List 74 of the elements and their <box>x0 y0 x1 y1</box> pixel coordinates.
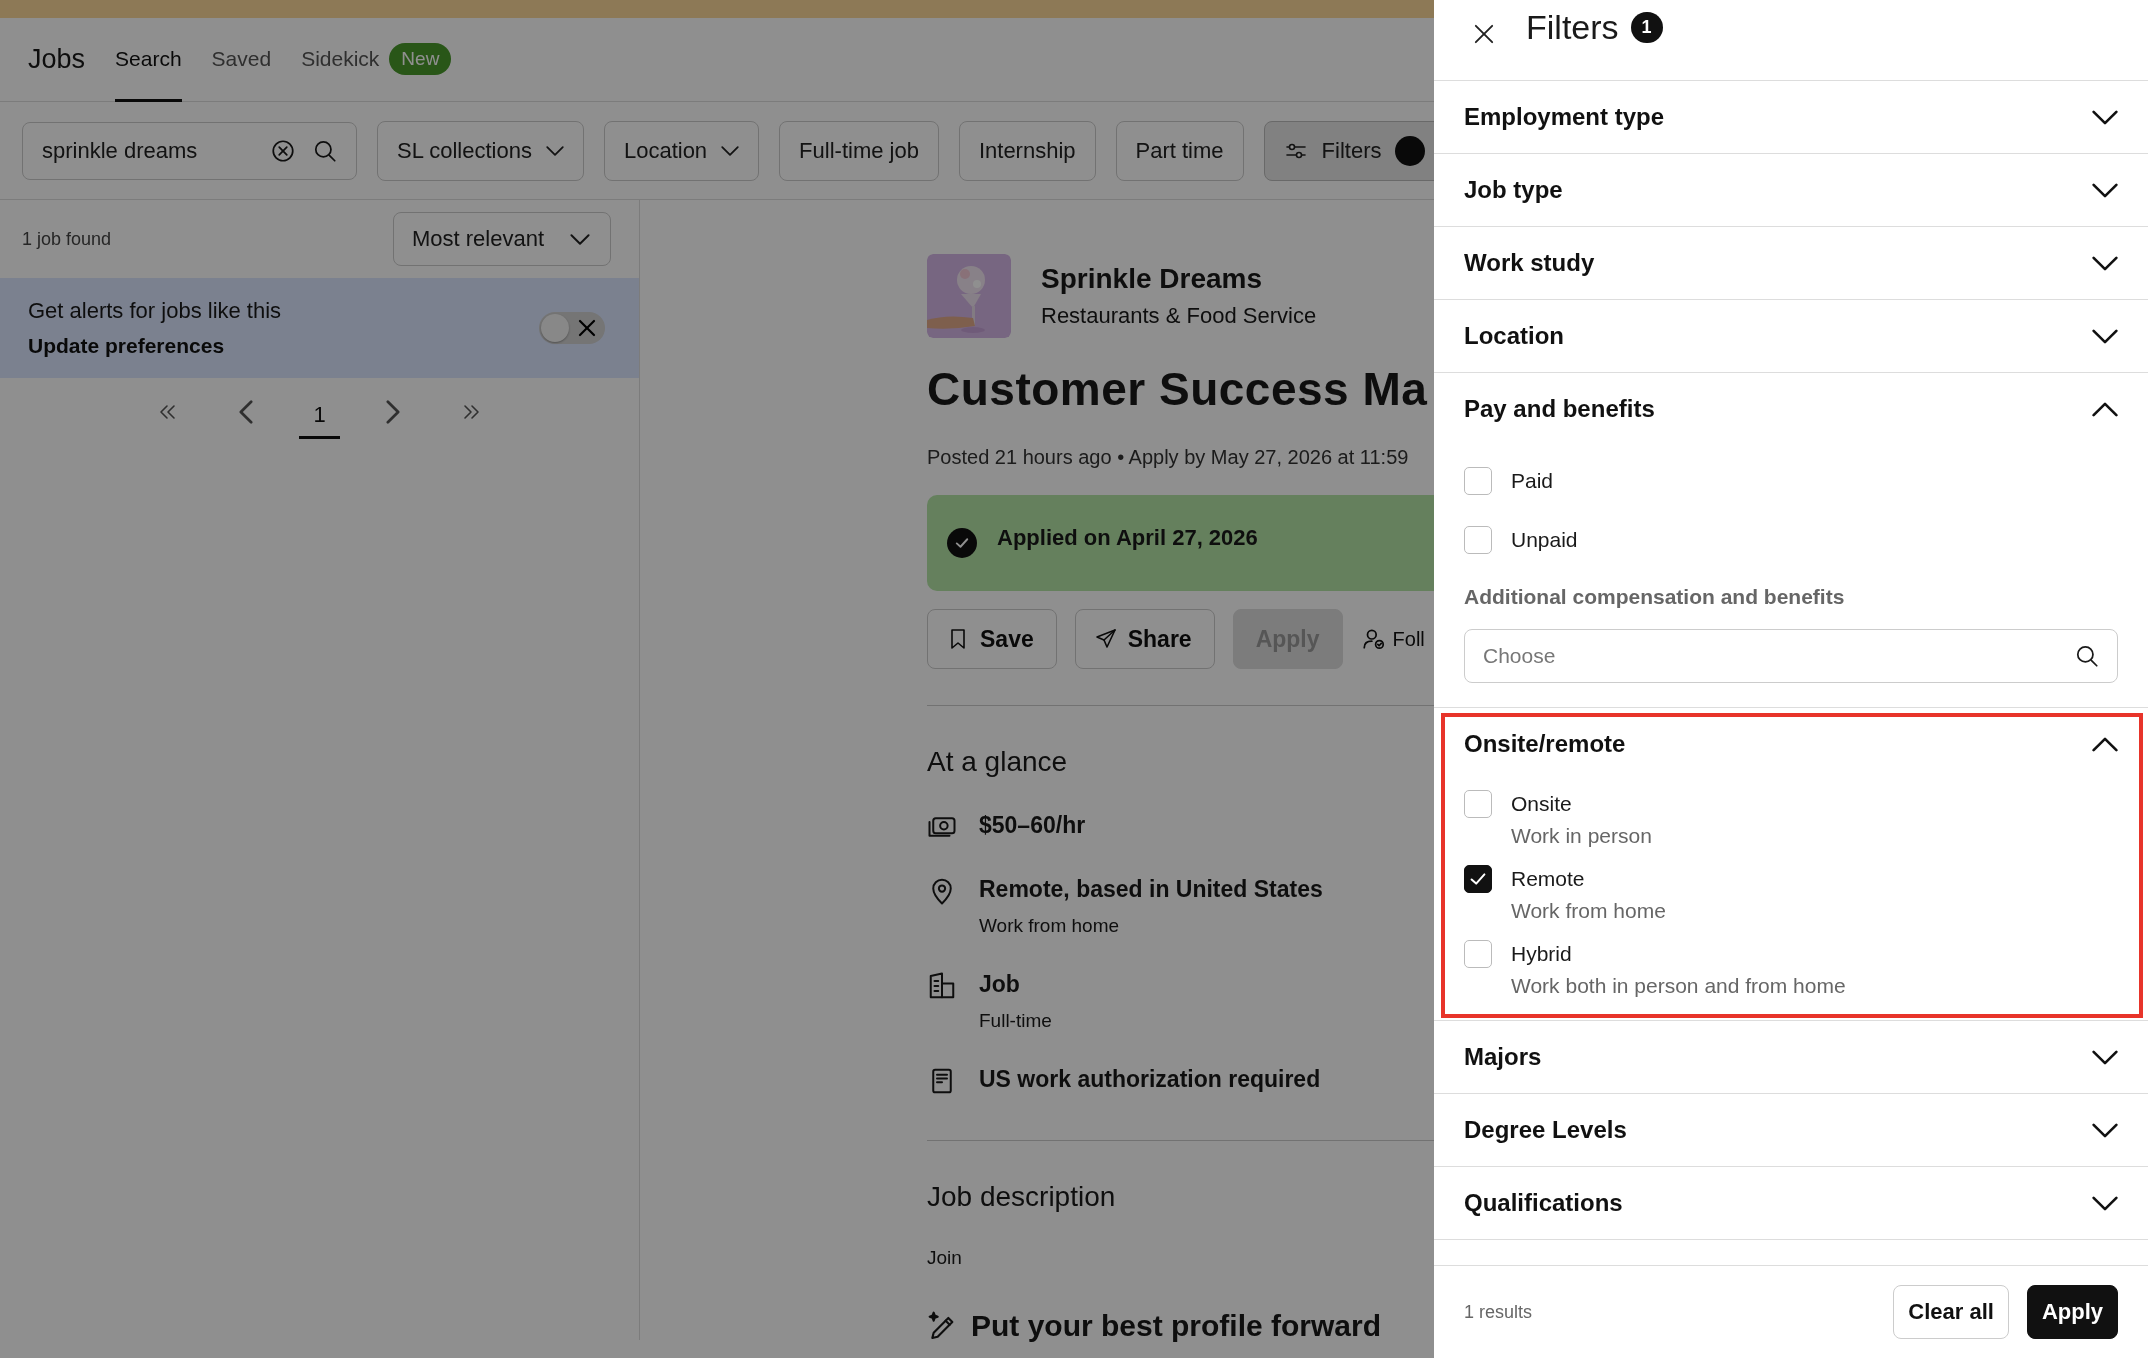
option-description: Work in person <box>1511 824 1652 848</box>
nav-tab[interactable]: Sidekick New <box>301 18 452 102</box>
nav-tab[interactable]: Search <box>115 18 182 102</box>
page-number[interactable]: 1 <box>299 393 340 439</box>
chevron-down-icon <box>721 145 740 156</box>
checkbox[interactable] <box>1464 790 1492 818</box>
panel-title: Filters <box>1526 8 1619 47</box>
page-title: Jobs <box>28 44 86 75</box>
checkbox[interactable] <box>1464 940 1492 968</box>
section-header[interactable]: Degree Levels <box>1434 1094 2148 1166</box>
glance-detail: Full-time <box>979 1010 1052 1032</box>
section-heading: Job description <box>927 1181 1116 1213</box>
filter-chip[interactable]: Full-time job <box>779 120 939 181</box>
section-header[interactable]: Onsite/remote <box>1434 708 2148 780</box>
option-label: Hybrid <box>1511 941 1573 967</box>
company-name: Sprinkle Dreams <box>1041 263 1262 295</box>
save-button[interactable]: Save <box>927 609 1057 669</box>
results-count: 1 results <box>1464 1301 1534 1323</box>
option-description: Work both in person and from home <box>1511 974 1846 998</box>
glance-title: $50–60/hr <box>979 812 1086 839</box>
option-label: Paid <box>1511 468 1554 494</box>
job-title: Customer Success Ma <box>927 362 1428 416</box>
next-page-icon <box>385 399 400 424</box>
previous-page-icon <box>239 399 254 424</box>
update-preferences-link[interactable]: Update preferences <box>28 334 225 357</box>
follow-button[interactable]: Foll <box>1360 609 1425 669</box>
alert-toggle[interactable] <box>539 312 605 344</box>
option-label: Onsite <box>1511 791 1573 817</box>
nav-tab[interactable]: Saved <box>211 18 272 102</box>
section-header[interactable]: Job type <box>1434 154 2148 226</box>
checkbox[interactable] <box>1464 865 1492 893</box>
sort-dropdown[interactable]: Most relevant <box>392 212 611 266</box>
building-icon <box>927 971 957 1001</box>
filter-dropdown[interactable]: SL collections <box>377 120 584 181</box>
filter-chip[interactable]: Part time <box>1115 120 1244 181</box>
glance-title: US work authorization required <box>979 1066 1321 1093</box>
checkbox[interactable] <box>1464 526 1492 554</box>
new-badge: New <box>389 42 452 75</box>
filter-dropdown[interactable]: Location <box>603 120 760 181</box>
benefits-search-field[interactable]: Choose <box>1464 629 2118 683</box>
section-heading: At a glance <box>927 746 1068 778</box>
profile-heading: Put your best profile forward <box>971 1309 1382 1343</box>
glance-title: Job <box>979 971 1021 998</box>
option-description: Work from home <box>1511 899 1666 923</box>
search-icon <box>2074 643 2100 669</box>
share-button[interactable]: Share <box>1074 609 1215 669</box>
chevron-down-icon <box>570 233 590 245</box>
section-header[interactable]: Qualifications <box>1434 1167 2148 1239</box>
field-label: Additional compensation and benefits <box>1464 585 1845 609</box>
clear-icon <box>270 137 296 164</box>
apply-button[interactable]: Apply <box>2026 1285 2118 1339</box>
company-industry: Restaurants & Food Service <box>1041 303 1317 328</box>
clear-all-button[interactable]: Clear all <box>1893 1285 2009 1339</box>
checkbox[interactable] <box>1464 467 1492 495</box>
section-header[interactable]: Pay and benefits <box>1434 373 2148 445</box>
posting-dates: Posted 21 hours ago • Apply by May 27, 2026 at 11:59 <box>927 446 1409 469</box>
option-label: Unpaid <box>1511 527 1578 553</box>
chevron-down-icon <box>545 145 564 156</box>
glance-detail: Work from home <box>979 915 1121 937</box>
description-text: Join <box>927 1247 962 1269</box>
section-header[interactable]: Employment type <box>1434 81 2148 153</box>
alert-title: Get alerts for jobs like this <box>28 298 282 324</box>
search-field[interactable]: sprinkle dreams <box>22 121 357 180</box>
option-label: Remote <box>1511 866 1586 892</box>
results-count: 1 job found <box>22 228 112 250</box>
section-header[interactable]: Work study <box>1434 227 2148 299</box>
send-icon <box>1093 627 1118 651</box>
section-header[interactable]: Location <box>1434 300 2148 372</box>
glance-title: Remote, based in United States <box>979 876 1323 903</box>
count-badge: 1 <box>1630 12 1663 43</box>
check-icon <box>947 528 977 558</box>
applied-date: Applied on April 27, 2026 <box>997 525 1258 551</box>
section-header[interactable]: Majors <box>1434 1021 2148 1093</box>
filter-chip[interactable]: Internship <box>958 120 1096 181</box>
